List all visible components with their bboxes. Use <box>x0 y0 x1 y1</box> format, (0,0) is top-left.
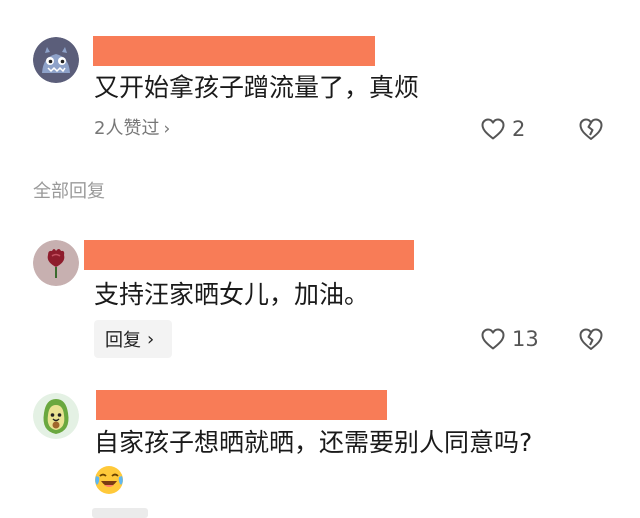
like-count: 13 <box>512 327 539 351</box>
avatar[interactable] <box>33 393 79 439</box>
reply-button[interactable]: 回复 › <box>94 320 172 358</box>
heart-icon <box>481 118 505 140</box>
avatar[interactable] <box>33 240 79 286</box>
gray-monster-avatar-icon <box>33 37 79 83</box>
like-button[interactable]: 13 <box>480 325 539 353</box>
red-flower-avatar-icon <box>33 240 79 286</box>
avatar[interactable] <box>33 37 79 83</box>
laughing-crying-emoji-icon <box>95 466 123 494</box>
broken-heart-icon[interactable] <box>578 326 604 352</box>
username-redacted[interactable] <box>93 36 375 66</box>
like-count: 2 <box>512 117 526 141</box>
likers-label: 2人赞过 <box>94 118 160 139</box>
username-redacted[interactable] <box>84 240 414 270</box>
next-comment-partial <box>92 508 148 518</box>
comment-text: 又开始拿孩子蹭流量了，真烦 <box>94 73 420 102</box>
chevron-right-icon: › <box>147 328 155 350</box>
chevron-right-icon: › <box>163 119 171 139</box>
all-replies-label: 全部回复 <box>33 181 105 202</box>
broken-heart-icon[interactable] <box>578 116 604 142</box>
heart-icon <box>481 328 505 350</box>
username-redacted[interactable] <box>96 390 387 420</box>
reply-label: 回复 <box>105 330 141 351</box>
avocado-avatar-icon <box>33 393 79 439</box>
likers-link[interactable]: 2人赞过 › <box>94 116 170 142</box>
like-button[interactable]: 2 <box>480 115 525 143</box>
comment-text: 支持汪家晒女儿，加油。 <box>94 280 370 309</box>
comment-text: 自家孩子想晒就晒，还需要别人同意吗? <box>94 428 533 457</box>
